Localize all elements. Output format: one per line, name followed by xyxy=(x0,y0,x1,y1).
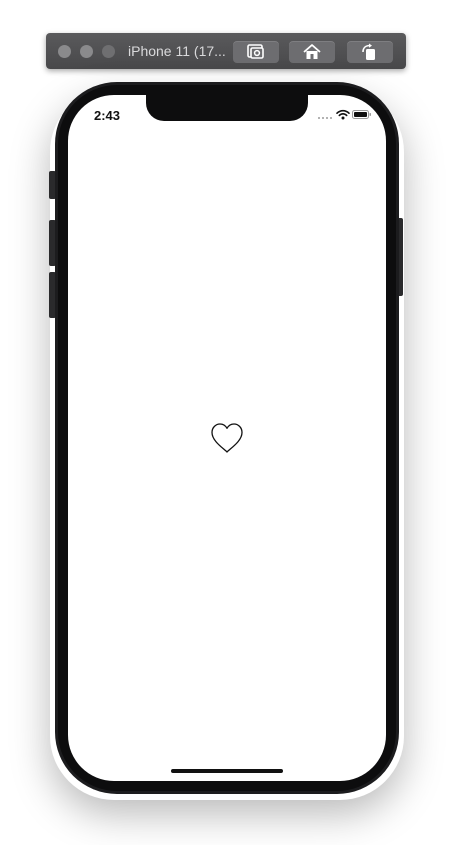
wifi-icon xyxy=(336,109,350,120)
like-button[interactable] xyxy=(209,421,245,455)
home-indicator[interactable] xyxy=(171,769,283,773)
home-button[interactable] xyxy=(289,41,335,63)
simulator-stage: iPhone 11 (17... 2:43 xyxy=(0,0,450,845)
window-zoom-button[interactable] xyxy=(102,45,115,58)
home-icon xyxy=(303,44,321,59)
window-minimize-button[interactable] xyxy=(80,45,93,58)
rotate-icon xyxy=(362,43,375,60)
rotate-button[interactable] xyxy=(347,41,393,63)
simulator-device-title: iPhone 11 (17... xyxy=(128,43,226,59)
cellular-signal-icon xyxy=(318,113,334,119)
heart-outline-icon xyxy=(211,423,243,453)
device-frame: 2:43 xyxy=(55,82,399,794)
screenshot-button[interactable] xyxy=(233,41,279,63)
device-screen: 2:43 xyxy=(68,95,386,781)
battery-icon xyxy=(352,110,371,119)
screenshot-icon xyxy=(247,44,264,59)
status-bar-time: 2:43 xyxy=(94,108,121,123)
window-close-button[interactable] xyxy=(58,45,71,58)
device-notch xyxy=(146,95,308,121)
simulator-toolbar: iPhone 11 (17... xyxy=(46,33,406,69)
